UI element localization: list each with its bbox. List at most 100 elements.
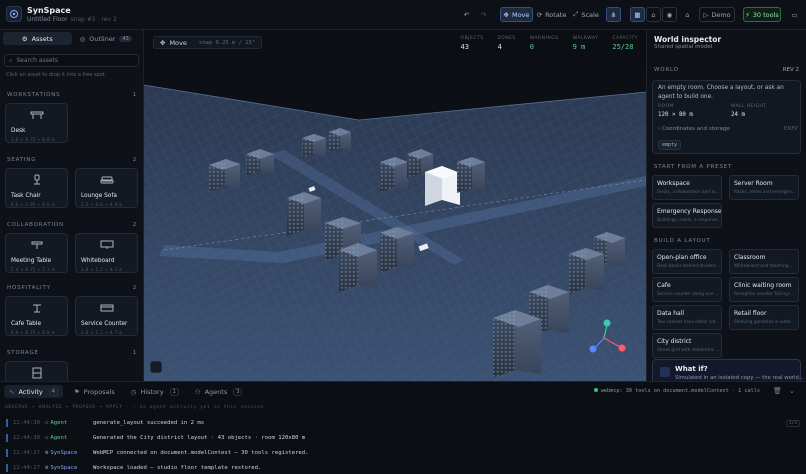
stat-walkway: WALKWAY 9 m <box>573 36 599 51</box>
play-icon: ▷ <box>703 10 709 19</box>
layout-open-plan-office[interactable]: Open-plan office Desk banks behind divide… <box>652 249 722 274</box>
stat-warnings: WARNINGS 0 <box>530 36 559 51</box>
tools-button[interactable]: ⚡ 30 tools <box>743 7 781 22</box>
log-message: WebMCP connected on document.modelContex… <box>93 450 309 456</box>
asset-card-lounge-sofa[interactable]: Lounge Sofa 2.2 × 0.8 × 0.9 m <box>75 168 138 208</box>
snapshot-button[interactable]: ◉ <box>662 7 677 22</box>
asset-card-whiteboard[interactable]: Whiteboard 1.8 × 1.2 × 0.1 m <box>75 233 138 273</box>
floor-name[interactable]: Untitled Floor snap #5 · rev 2 <box>27 16 117 23</box>
asset-card-meeting-table[interactable]: Meeting Table 2.4 × 0.75 × 1.2 m <box>5 233 68 273</box>
asset-hint: Click an asset to drop it into a free sp… <box>6 72 107 78</box>
activity-icon: ∿ <box>9 387 15 396</box>
log-entry: 12:44:27 ⚙ SynSpace WebMCP connected on d… <box>6 448 801 458</box>
floor-meta: snap #5 · rev 2 <box>70 16 117 23</box>
tab-outliner[interactable]: ◎ Outliner 43 <box>72 32 141 45</box>
stat-objects: OBJECTS 43 <box>461 36 484 51</box>
layout-cafe[interactable]: Cafe Service counter along one ... <box>652 277 722 302</box>
section-collaboration: COLLABORATION 2 <box>7 222 137 228</box>
collapse-panel-button[interactable]: ⌄ <box>789 387 798 395</box>
section-workstations: WORKSTATIONS 1 <box>7 92 137 98</box>
building[interactable] <box>287 192 321 236</box>
asset-dims: 0.6 × 1.05 × 0.6 m <box>11 202 55 207</box>
assets-tab-icon: ⚙ <box>21 34 28 43</box>
layout-title: Cafe <box>657 282 671 289</box>
desk-icon <box>6 107 67 123</box>
camera-view-button[interactable]: ⌂ <box>646 7 661 22</box>
layout-data-hall[interactable]: Data hall Two cabinet rows either sid... <box>652 305 722 330</box>
transform-mode-control[interactable]: ✥ Move snap 0.25 m / 15° <box>153 36 263 49</box>
move-tool-label: Move <box>512 10 530 19</box>
preset-title: Workspace <box>657 180 690 187</box>
scale-tool-label: Scale <box>581 10 599 19</box>
building[interactable] <box>569 248 604 294</box>
log-marker <box>6 464 8 472</box>
stat-label: WARNINGS <box>529 36 559 41</box>
empty-tag: empty <box>658 140 682 150</box>
snap-toggle-button[interactable]: ⋔ <box>606 7 621 22</box>
asset-card-cafe-table[interactable]: Cafe Table 0.8 × 0.75 × 0.8 m <box>5 296 68 336</box>
section-count: 1 <box>132 350 137 356</box>
room-label: ROOM <box>658 104 674 109</box>
scale-tool-button[interactable]: ⤢ Scale <box>571 7 601 22</box>
tab-proposals[interactable]: ⚑ Proposals <box>69 385 120 398</box>
demo-button[interactable]: ▷ Demo <box>699 7 735 22</box>
section-seating: SEATING 2 <box>7 157 137 163</box>
preset-server-room[interactable]: Server Room Racks, aisles and emergen... <box>729 175 799 200</box>
agent-icon: ⚇ <box>45 435 49 441</box>
scene-canvas[interactable] <box>144 30 646 381</box>
stat-label: CAPACITY <box>612 36 638 41</box>
building[interactable] <box>493 310 541 378</box>
layout-title: Data hall <box>657 310 685 317</box>
tab-outliner-label: Outliner <box>89 34 116 43</box>
tab-activity[interactable]: ∿ Activity 4 <box>4 385 63 398</box>
asset-card-storage[interactable] <box>5 361 68 381</box>
undo-button[interactable]: ↶ <box>459 7 474 22</box>
rotate-tool-label: Rotate <box>545 10 567 19</box>
building[interactable] <box>425 166 460 206</box>
cabinet-icon <box>6 365 67 381</box>
preset-workspace[interactable]: Workspace Desks, collaboration and lo... <box>652 175 722 200</box>
asset-search[interactable]: ⌕ <box>4 54 139 67</box>
asset-card-service-counter[interactable]: Service Counter 3.0 × 1.1 × 0.7 m <box>75 296 138 336</box>
layout-classroom[interactable]: Classroom Whiteboard and teaching... <box>729 249 799 274</box>
log-source-label: Agent <box>50 420 68 426</box>
tab-agents[interactable]: ⚇ Agents 3 <box>190 385 248 398</box>
coordinates-toggle[interactable]: › Coordinates and storage ENFP <box>658 126 798 132</box>
layout-city-district[interactable]: City district Street grid with residentia… <box>652 333 722 358</box>
building[interactable] <box>380 227 414 273</box>
viewport-options-button[interactable] <box>150 361 162 373</box>
section-storage: STORAGE 1 <box>7 350 137 356</box>
log-entry: 12:44:27 ⚙ SynSpace Workspace loaded — st… <box>6 463 801 473</box>
building[interactable] <box>380 157 408 192</box>
redo-button[interactable]: ↷ <box>476 7 491 22</box>
preset-emergency-response[interactable]: Emergency Response Buildings, roads, a re… <box>652 203 722 228</box>
tab-assets[interactable]: ⚙ Assets <box>3 32 72 45</box>
layout-retail-floor[interactable]: Retail floor Shelving gondolas in wate... <box>729 305 799 330</box>
asset-card-desk[interactable]: Desk 1.6 × 0.75 × 0.8 m <box>5 103 68 143</box>
layout-clinic-waiting-room[interactable]: Clinic waiting room Reception counter fac… <box>729 277 799 302</box>
table-icon <box>6 237 67 253</box>
app-title: SynSpace <box>27 6 71 15</box>
search-input[interactable] <box>16 57 127 64</box>
move-tool-button[interactable]: ✥ Move <box>500 7 533 22</box>
clear-log-button[interactable]: 🗑 <box>773 387 782 395</box>
stat-zones: ZONES 4 <box>498 36 516 51</box>
asset-name: Desk <box>11 128 26 134</box>
rev-label: REV 2 <box>782 67 799 73</box>
asset-card-task-chair[interactable]: Task Chair 0.6 × 1.05 × 0.6 m <box>5 168 68 208</box>
rotate-tool-button[interactable]: ⟳ Rotate <box>535 7 568 22</box>
what-if-card[interactable]: What if? Simulated in an isolated copy —… <box>652 359 804 381</box>
what-if-title: What if? <box>675 365 708 373</box>
magnet-icon: ⋔ <box>610 10 617 19</box>
building[interactable] <box>457 157 485 193</box>
section-hospitality: HOSPITALITY 2 <box>7 285 137 291</box>
building[interactable] <box>339 243 377 292</box>
grid-view-button[interactable]: ▦ <box>630 7 645 22</box>
tab-history[interactable]: ◷ History 1 <box>126 385 184 398</box>
webmcp-status: webmcp: 30 tools on document.modelContex… <box>593 388 760 394</box>
asset-name: Task Chair <box>11 193 41 199</box>
3d-viewport[interactable]: ✥ Move snap 0.25 m / 15° OBJECTS 43 ZONES 4 … <box>144 30 646 381</box>
section-label: SEATING <box>7 157 37 163</box>
home-button[interactable]: ⌂ <box>680 7 695 22</box>
panel-toggle-button[interactable]: ▭ <box>787 7 802 22</box>
